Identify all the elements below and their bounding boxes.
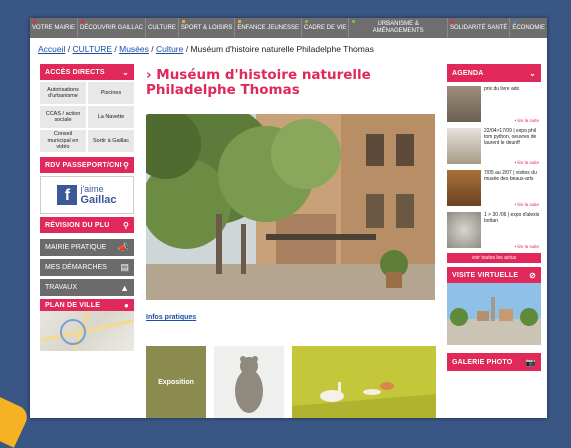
right-sidebar: AGENDA ⌄ prix du livre ado • lire la suit… [447, 64, 541, 371]
breadcrumb-current: Muséum d'histoire naturelle Philadelphe … [190, 44, 374, 54]
mairie-pratique-button[interactable]: MAIRIE PRATIQUE 📣 [40, 239, 134, 256]
galerie-photo-button[interactable]: GALERIE PHOTO 📷 [447, 353, 541, 371]
document-icon: ▤ [120, 262, 129, 272]
mes-demarches-label: MES DÉMARCHES [45, 264, 107, 271]
chevron-down-icon: ⌄ [529, 68, 536, 78]
revision-plu-button[interactable]: RÉVISION DU PLU ⚲ [40, 217, 134, 233]
agenda-item-text: prix du livre ado [484, 86, 520, 92]
acces-directs-title: ACCÈS DIRECTS [45, 68, 105, 76]
acces-item-ccas[interactable]: CCAS / action sociale [40, 106, 86, 128]
nav-item-urbanisme[interactable]: URBANISME & AMÉNAGEMENTS [349, 18, 448, 38]
visite-virtuelle-header[interactable]: VISITE VIRTUELLE ⊘ [447, 267, 541, 283]
browser-page: VOTRE MAIRIE DÉCOUVRIR GAILLAC CULTURE S… [30, 18, 547, 418]
acces-item-conseil-video[interactable]: Conseil municipal en vidéo [40, 130, 86, 152]
megaphone-icon: 📣 [117, 242, 129, 252]
map-pin-icon: ● [123, 300, 129, 310]
nav-item-culture[interactable]: CULTURE [146, 18, 179, 38]
museum-photo [146, 114, 435, 300]
facebook-like-banner[interactable]: f j'aime Gaillac [40, 176, 134, 214]
acces-item-piscines[interactable]: Piscines [88, 82, 134, 104]
revision-plu-label: RÉVISION DU PLU [45, 221, 110, 229]
breadcrumb: Accueil / CULTURE / Musées / Culture / M… [38, 44, 374, 54]
nav-item-enfance-jeunesse[interactable]: ENFANCE JEUNESSE [235, 18, 303, 38]
mairie-pratique-label: MAIRIE PRATIQUE [45, 244, 107, 251]
plan-de-ville-header[interactable]: PLAN DE VILLE ● [40, 299, 134, 311]
agenda-item[interactable]: 1 > 30 /06 | expo d'alexis bottan • lire … [447, 212, 541, 250]
page-title: › Muséum d'histoire naturelle Philadelph… [146, 67, 371, 98]
voir-toutes-actus-button[interactable]: voir toutes les actus [447, 253, 541, 263]
camera-icon: 📷 [525, 357, 536, 367]
galerie-photo-title: GALERIE PHOTO [452, 358, 513, 366]
nav-item-votre-mairie[interactable]: VOTRE MAIRIE [30, 18, 78, 38]
agenda-item-image [447, 170, 481, 206]
facebook-gaillac-text: Gaillac [80, 194, 117, 206]
breadcrumb-culture-link[interactable]: CULTURE [73, 44, 113, 54]
nav-label: VOTRE MAIRIE [32, 24, 76, 31]
city-map-thumbnail[interactable] [40, 311, 134, 351]
agenda-item-text: 1 > 30 /06 | expo d'alexis bottan [484, 212, 540, 224]
nav-label: URBANISME & AMÉNAGEMENTS [372, 21, 424, 34]
agenda-item-text: 7/05 au 2/07 | visites du musée des beau… [484, 170, 537, 182]
nav-label: CADRE DE VIE [304, 24, 347, 31]
acces-item-sortir[interactable]: Sortir à Gaillac [88, 130, 134, 152]
agenda-item[interactable]: 7/05 au 2/07 | visites du musée des beau… [447, 170, 541, 208]
nav-label: SOLIDARITÉ SANTÉ [450, 24, 508, 31]
acces-item-navette[interactable]: La Navette [88, 106, 134, 128]
agenda-item[interactable]: 22/04>17/09 | expo phil tom python, oeuv… [447, 128, 541, 166]
visite-virtuelle-title: VISITE VIRTUELLE [452, 271, 519, 279]
decorative-corner [0, 396, 31, 448]
chevron-down-icon: ⌄ [122, 67, 129, 77]
cone-icon: ▲ [120, 282, 129, 293]
virtual-tour-image[interactable] [447, 283, 541, 345]
agenda-title: AGENDA [452, 69, 484, 77]
nav-label: ENFANCE JEUNESSE [237, 24, 300, 31]
travaux-label: TRAVAUX [45, 284, 78, 291]
acces-directs-header[interactable]: ACCÈS DIRECTS ⌄ [40, 64, 134, 80]
infos-pratiques-link[interactable]: Infos pratiques [146, 314, 196, 321]
dinosaur-exhibit-thumbnail[interactable] [292, 346, 436, 418]
read-more-link[interactable]: • lire la suite [515, 244, 539, 250]
facebook-icon: f [57, 185, 78, 205]
nav-label: SPORT & LOISIRS [180, 24, 233, 31]
breadcrumb-separator: / [148, 44, 156, 54]
agenda-item-image [447, 86, 481, 122]
rdv-passeport-button[interactable]: RDV PASSEPORT/CNI ⚲ [40, 157, 134, 173]
breadcrumb-musees-link[interactable]: Musées [119, 44, 149, 54]
nav-item-sport-loisirs[interactable]: SPORT & LOISIRS [179, 18, 236, 38]
read-more-link[interactable]: • lire la suite [515, 118, 539, 124]
compass-icon: ⊘ [529, 270, 536, 280]
mes-demarches-button[interactable]: MES DÉMARCHES ▤ [40, 259, 134, 276]
left-sidebar: ACCÈS DIRECTS ⌄ Autorisations d'urbanism… [40, 64, 134, 351]
breadcrumb-separator: / [65, 44, 73, 54]
nav-label: CULTURE [148, 24, 176, 31]
main-nav: VOTRE MAIRIE DÉCOUVRIR GAILLAC CULTURE S… [30, 18, 547, 38]
exposition-label: Exposition [158, 378, 194, 386]
rdv-passeport-label: RDV PASSEPORT/CNI [45, 161, 122, 169]
search-icon: ⚲ [122, 220, 129, 230]
acces-item-urbanisme[interactable]: Autorisations d'urbanisme [40, 82, 86, 104]
nav-item-decouvrir-gaillac[interactable]: DÉCOUVRIR GAILLAC [78, 18, 146, 38]
gallery-thumbnails: Exposition [146, 346, 436, 418]
agenda-item-text: 22/04>17/09 | expo phil tom python, oeuv… [484, 128, 537, 146]
bear-sculpture-thumbnail[interactable] [214, 346, 284, 418]
breadcrumb-home-link[interactable]: Accueil [38, 44, 65, 54]
agenda-item-image [447, 212, 481, 248]
exposition-thumbnail[interactable]: Exposition [146, 346, 206, 418]
nav-item-economie[interactable]: ÉCONOMIE [510, 18, 547, 38]
agenda-item[interactable]: prix du livre ado • lire la suite [447, 86, 541, 124]
acces-directs-grid: Autorisations d'urbanisme Piscines CCAS … [40, 80, 134, 154]
agenda-header[interactable]: AGENDA ⌄ [447, 64, 541, 82]
read-more-link[interactable]: • lire la suite [515, 160, 539, 166]
agenda-item-image [447, 128, 481, 164]
breadcrumb-culture2-link[interactable]: Culture [156, 44, 183, 54]
nav-label: DÉCOUVRIR GAILLAC [80, 24, 144, 31]
read-more-link[interactable]: • lire la suite [515, 202, 539, 208]
plan-de-ville-label: PLAN DE VILLE [45, 301, 101, 309]
nav-item-solidarite-sante[interactable]: SOLIDARITÉ SANTÉ [448, 18, 511, 38]
travaux-button[interactable]: TRAVAUX ▲ [40, 279, 134, 296]
nav-label: ÉCONOMIE [512, 24, 546, 31]
search-icon: ⚲ [122, 160, 129, 170]
nav-item-cadre-de-vie[interactable]: CADRE DE VIE [302, 18, 350, 38]
